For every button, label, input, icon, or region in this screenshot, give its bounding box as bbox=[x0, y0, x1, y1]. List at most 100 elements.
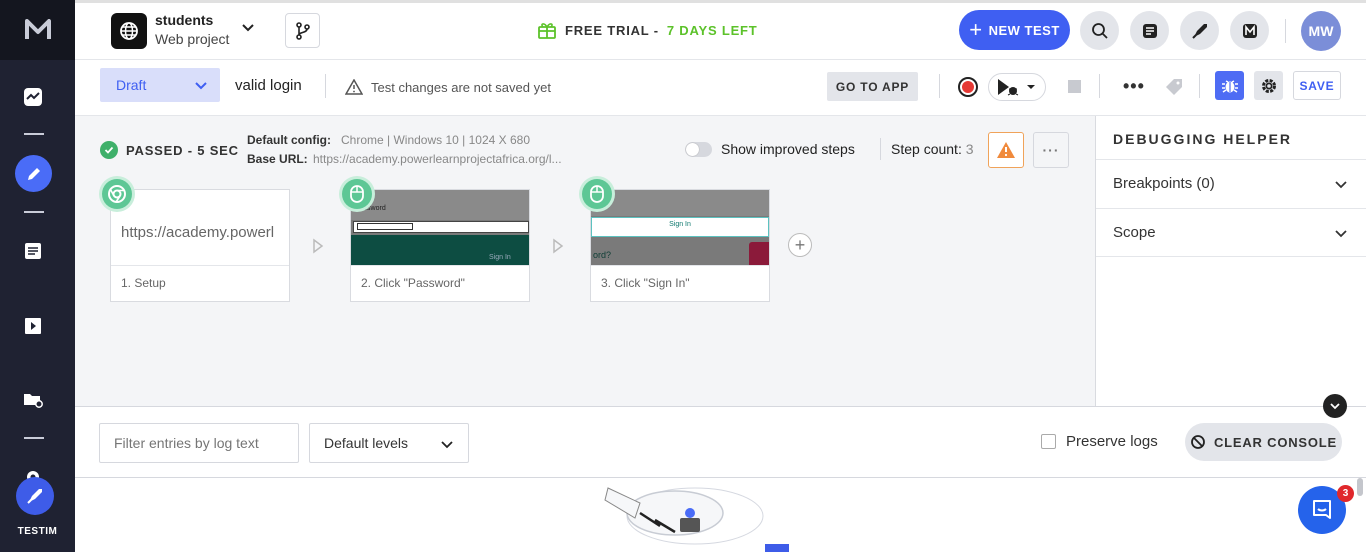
chat-badge: 3 bbox=[1337, 485, 1354, 502]
record-button[interactable] bbox=[958, 77, 978, 97]
sidebar: TESTIM bbox=[0, 0, 75, 552]
record-icon bbox=[962, 81, 974, 93]
new-test-label: NEW TEST bbox=[988, 22, 1060, 38]
check-icon bbox=[100, 141, 118, 159]
runs-icon[interactable] bbox=[22, 315, 44, 337]
add-step-button[interactable]: + bbox=[788, 233, 812, 257]
go-to-app-button[interactable]: GO TO APP bbox=[827, 72, 918, 101]
step-card[interactable]: Password Sign In 2. Click "Password" bbox=[350, 189, 530, 302]
bug-icon bbox=[1221, 79, 1238, 93]
whats-new-button[interactable] bbox=[1180, 11, 1219, 50]
log-levels-value: Default levels bbox=[324, 435, 409, 451]
step-count-value: 3 bbox=[965, 141, 974, 157]
settings-button[interactable] bbox=[1254, 71, 1283, 100]
log-levels-select[interactable]: Default levels bbox=[309, 423, 469, 463]
testim-hub-button[interactable] bbox=[1230, 11, 1269, 50]
step-count: Step count: 3 bbox=[891, 141, 974, 157]
toolbar-divider bbox=[325, 74, 326, 98]
rocket-icon bbox=[1191, 23, 1207, 39]
trial-days: 7 DAYS LEFT bbox=[666, 22, 758, 38]
plus-icon: + bbox=[969, 17, 983, 42]
clear-console-button[interactable]: CLEAR CONSOLE bbox=[1185, 423, 1342, 461]
step-thumb-url: https://academy.powerl bbox=[121, 224, 275, 241]
console-output: 3 bbox=[75, 478, 1366, 552]
stop-button[interactable] bbox=[1068, 80, 1081, 93]
chevron-down-icon bbox=[1330, 403, 1340, 410]
scrollbar-thumb[interactable] bbox=[1357, 478, 1363, 496]
status-select[interactable]: Draft bbox=[100, 68, 220, 102]
pencil-icon bbox=[27, 167, 40, 180]
dashboard-icon[interactable] bbox=[22, 86, 44, 108]
toolbar-divider bbox=[939, 74, 940, 98]
chevron-down-icon bbox=[1335, 230, 1347, 238]
tag-icon[interactable] bbox=[1165, 78, 1183, 101]
chrome-icon bbox=[102, 179, 132, 209]
test-list-icon[interactable] bbox=[22, 240, 44, 262]
brand-label: TESTIM bbox=[17, 526, 58, 537]
scope-section[interactable]: Scope bbox=[1096, 208, 1366, 257]
debug-button[interactable] bbox=[1215, 71, 1244, 100]
globe-icon[interactable] bbox=[111, 13, 147, 49]
run-status: PASSED - 5 SEC bbox=[100, 141, 239, 159]
debugging-helper-panel: DEBUGGING HELPER Breakpoints (0) Scope bbox=[1095, 116, 1366, 406]
folder-settings-icon[interactable] bbox=[22, 389, 44, 411]
step-thumbnail: Sign In ord? bbox=[591, 190, 769, 266]
preserve-logs-checkbox[interactable] bbox=[1041, 434, 1056, 449]
rocket-button[interactable] bbox=[16, 477, 54, 515]
test-name[interactable]: valid login bbox=[235, 77, 302, 94]
chevron-down-icon[interactable] bbox=[241, 21, 255, 40]
breakpoints-section[interactable]: Breakpoints (0) bbox=[1096, 159, 1366, 208]
avatar[interactable]: MW bbox=[1301, 11, 1341, 51]
search-button[interactable] bbox=[1080, 11, 1119, 50]
project-name[interactable]: students bbox=[155, 12, 213, 28]
gear-icon bbox=[1261, 78, 1276, 93]
clear-console-label: CLEAR CONSOLE bbox=[1213, 434, 1338, 450]
docs-button[interactable] bbox=[1130, 11, 1169, 50]
more-options-icon[interactable]: ••• bbox=[1123, 76, 1145, 97]
config-value[interactable]: Chrome | Windows 10 | 1024 X 680 bbox=[341, 133, 530, 147]
app-logo[interactable] bbox=[0, 0, 75, 60]
status-select-value: Draft bbox=[116, 77, 147, 93]
sidebar-divider bbox=[24, 211, 44, 213]
base-url-value[interactable]: https://academy.powerlearnprojectafrica.… bbox=[313, 152, 562, 166]
step-thumb-sub: ord? bbox=[593, 250, 612, 260]
project-type: Web project bbox=[155, 31, 230, 47]
gift-icon bbox=[538, 23, 556, 39]
save-button[interactable]: SAVE bbox=[1293, 71, 1341, 100]
log-filter-input[interactable] bbox=[99, 423, 299, 463]
preserve-logs-option[interactable]: Preserve logs bbox=[1041, 433, 1158, 450]
chevron-down-icon bbox=[441, 441, 453, 449]
trial-label: FREE TRIAL - bbox=[565, 22, 659, 38]
more-options-button[interactable]: ··· bbox=[1033, 132, 1069, 168]
step-thumb-button: Sign In bbox=[489, 254, 511, 261]
sidebar-item-editor[interactable] bbox=[15, 155, 52, 192]
run-button-group[interactable] bbox=[988, 73, 1046, 101]
caret-down-icon[interactable] bbox=[1023, 81, 1039, 93]
base-url-label: Base URL: bbox=[247, 152, 308, 166]
play-debug-icon bbox=[998, 79, 1019, 96]
mouse-icon bbox=[342, 179, 372, 209]
improved-steps-label: Show improved steps bbox=[721, 141, 855, 157]
airplane-illustration bbox=[604, 487, 789, 552]
document-icon bbox=[1142, 23, 1157, 38]
improved-steps-toggle[interactable] bbox=[685, 142, 712, 157]
preserve-logs-label: Preserve logs bbox=[1066, 433, 1158, 450]
branch-icon bbox=[295, 21, 310, 40]
search-icon bbox=[1091, 22, 1108, 39]
toolbar-divider bbox=[1099, 74, 1100, 98]
branch-button[interactable] bbox=[285, 13, 320, 48]
mouse-icon bbox=[582, 179, 612, 209]
warnings-button[interactable] bbox=[988, 132, 1024, 168]
step-card[interactable]: Sign In ord? 3. Click "Sign In" bbox=[590, 189, 770, 302]
top-header: students Web project FREE TRIAL - 7 DAYS… bbox=[75, 0, 1366, 60]
step-card[interactable]: https://academy.powerl 1. Setup bbox=[110, 189, 290, 302]
sidebar-divider bbox=[24, 437, 44, 439]
new-test-button[interactable]: + NEW TEST bbox=[959, 10, 1070, 50]
step-label: 3. Click "Sign In" bbox=[601, 276, 690, 290]
collapse-console-button[interactable] bbox=[1323, 394, 1347, 418]
block-icon bbox=[1191, 435, 1205, 449]
testim-m-icon bbox=[1242, 23, 1257, 38]
toolbar-divider bbox=[1199, 74, 1200, 98]
step-thumbnail: Password Sign In bbox=[351, 190, 529, 266]
step-arrow-icon bbox=[553, 238, 564, 254]
